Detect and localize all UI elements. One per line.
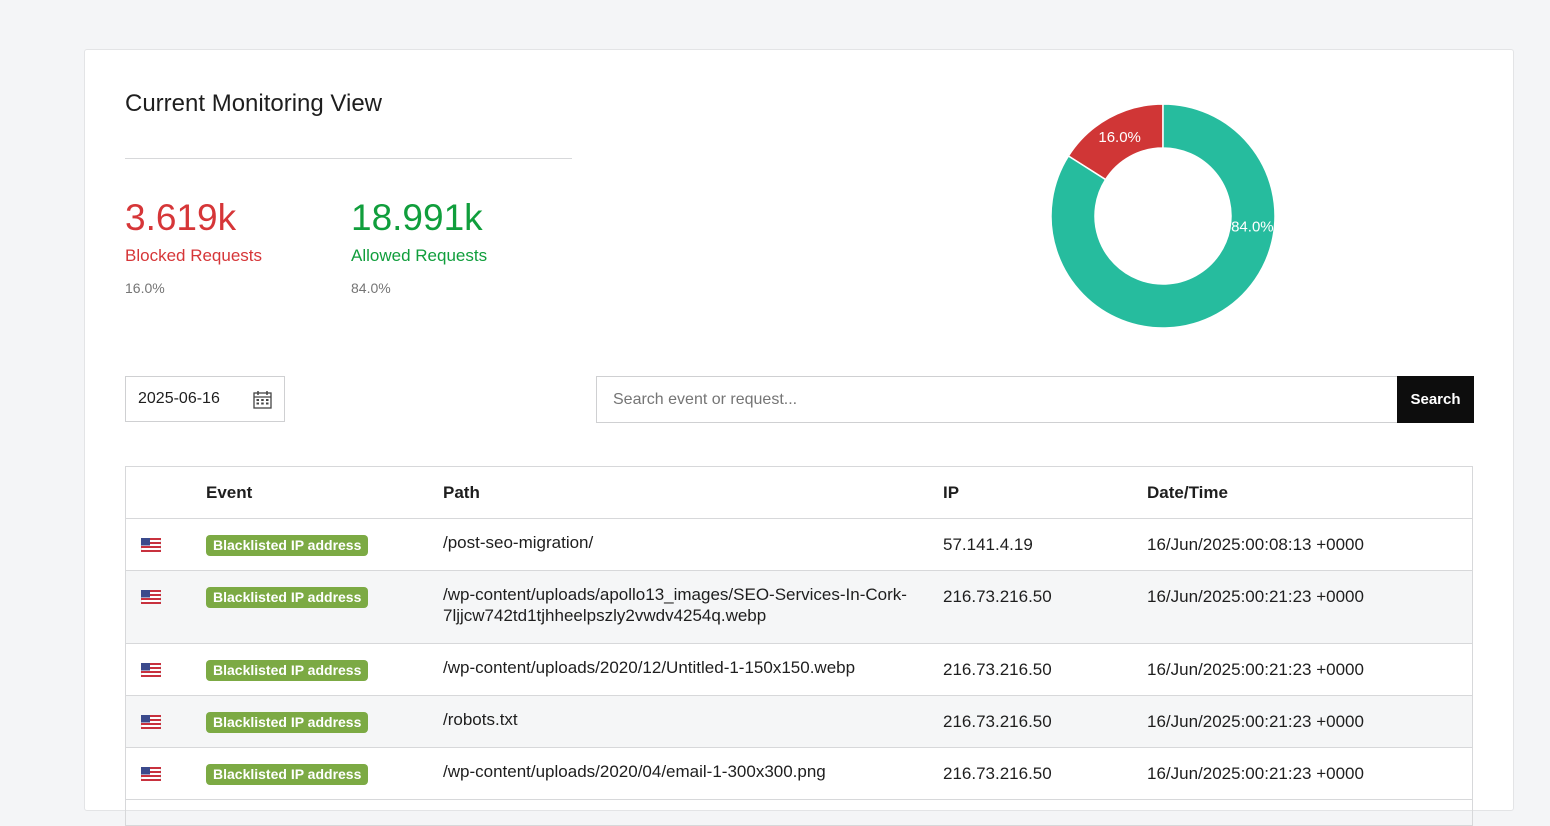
datetime: 16/Jun/2025:00:21:23 +0000: [1147, 695, 1472, 748]
date-value: 2025-06-16: [138, 390, 220, 407]
header-ip: IP: [943, 467, 1147, 519]
monitoring-panel: Current Monitoring View 3.619k Blocked R…: [84, 49, 1514, 826]
event-badge: Blacklisted IP address: [206, 712, 369, 733]
us-flag-icon: [140, 662, 206, 682]
search-input[interactable]: [596, 376, 1398, 423]
blocked-label: Blocked Requests: [125, 246, 263, 265]
allowed-percent: 84.0%: [351, 280, 391, 296]
ip-address: 216.73.216.50: [943, 747, 1147, 800]
table-row[interactable]: Blacklisted IP address /wp-content/uploa…: [126, 643, 1472, 696]
event-badge: Blacklisted IP address: [206, 587, 369, 608]
us-flag-icon: [140, 766, 206, 786]
requests-donut-chart: 16.0% 84.0%: [1050, 103, 1276, 329]
datetime: 16/Jun/2025:00:21:23 +0000: [1147, 747, 1472, 800]
blocked-percent: 16.0%: [125, 280, 165, 296]
allowed-stat: 18.991k Allowed Requests 84.0%: [351, 197, 488, 297]
ip-address: 216.73.216.50: [943, 570, 1147, 644]
donut-label-blocked: 16.0%: [1098, 129, 1141, 146]
ip-address: 216.73.216.50: [943, 695, 1147, 748]
request-path: /wp-content/uploads/2020/04/email-1-300x…: [443, 762, 826, 781]
event-badge: Blacklisted IP address: [206, 535, 369, 556]
datetime: 16/Jun/2025:00:21:23 +0000: [1147, 643, 1472, 696]
datetime: 16/Jun/2025:00:08:13 +0000: [1147, 518, 1472, 571]
table-row[interactable]: Blacklisted IP address /wp-content/uploa…: [126, 747, 1472, 800]
table-header-row: Event Path IP Date/Time: [126, 467, 1472, 519]
donut-label-allowed: 84.0%: [1231, 219, 1274, 236]
date-picker[interactable]: 2025-06-16: [125, 376, 285, 422]
ip-address: 57.141.4.19: [943, 518, 1147, 571]
title-divider: [125, 158, 572, 159]
us-flag-icon: [140, 589, 206, 609]
search-button[interactable]: Search: [1397, 376, 1474, 423]
table-row[interactable]: Blacklisted IP address /wp-content/uploa…: [126, 570, 1472, 644]
request-path: /robots.txt: [443, 710, 518, 729]
header-event: Event: [206, 467, 443, 519]
table-row[interactable]: Blacklisted IP address /post-seo-migrati…: [126, 518, 1472, 571]
allowed-label: Allowed Requests: [351, 246, 488, 265]
table-row[interactable]: Blacklisted IP address /robots.txt 216.7…: [126, 695, 1472, 748]
request-path: /wp-content/uploads/2020/12/Untitled-1-1…: [443, 658, 856, 677]
blocked-count: 3.619k: [125, 197, 237, 238]
request-path: /post-seo-migration/: [443, 533, 594, 552]
header-flag: [126, 467, 206, 519]
request-path: /wp-content/uploads/apollo13_images/SEO-…: [443, 585, 907, 625]
header-datetime: Date/Time: [1147, 467, 1472, 519]
ip-address: 216.73.216.50: [943, 643, 1147, 696]
us-flag-icon: [140, 714, 206, 734]
allowed-count: 18.991k: [351, 197, 483, 238]
datetime: 16/Jun/2025:00:21:23 +0000: [1147, 570, 1472, 644]
page-title: Current Monitoring View: [125, 90, 383, 117]
events-table: Event Path IP Date/Time Blacklisted IP a…: [125, 466, 1473, 826]
calendar-icon[interactable]: [253, 390, 272, 409]
event-badge: Blacklisted IP address: [206, 764, 369, 785]
blocked-stat: 3.619k Blocked Requests 16.0%: [125, 197, 263, 297]
event-badge: Blacklisted IP address: [206, 660, 369, 681]
header-path: Path: [443, 467, 943, 519]
us-flag-icon: [140, 537, 206, 557]
